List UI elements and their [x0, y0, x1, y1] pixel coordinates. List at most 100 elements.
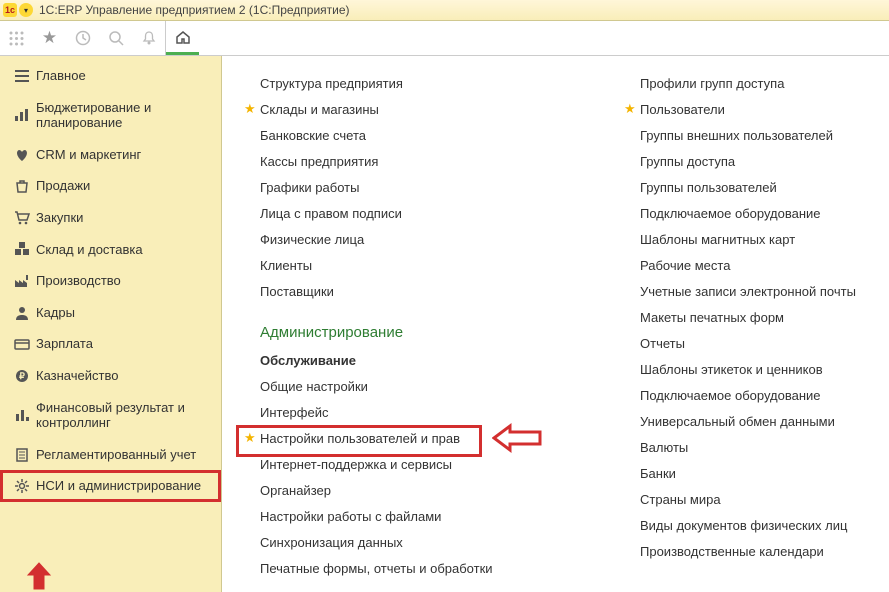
nav-link[interactable]: Структура предприятия: [260, 76, 403, 91]
home-tab[interactable]: [166, 21, 199, 55]
link-row: Лица с правом подписи: [244, 200, 624, 226]
app-icon: 1с: [3, 3, 17, 17]
sidebar-item-7[interactable]: Кадры: [0, 297, 221, 329]
history-icon[interactable]: [66, 21, 99, 55]
sidebar-item-4[interactable]: Закупки: [0, 202, 221, 234]
nav-link[interactable]: Клиенты: [260, 258, 312, 273]
apps-grid-icon[interactable]: [0, 21, 33, 55]
link-row: Клиенты: [244, 252, 624, 278]
link-row: Отчеты: [624, 330, 884, 356]
doc-icon: [14, 448, 36, 462]
nav-link[interactable]: Учетные записи электронной почты: [640, 284, 856, 299]
nav-link[interactable]: Группы пользователей: [640, 180, 777, 195]
sidebar-item-label: Бюджетирование и планирование: [36, 100, 213, 131]
nav-link[interactable]: Физические лица: [260, 232, 364, 247]
nav-link[interactable]: Синхронизация данных: [260, 535, 403, 550]
nav-link[interactable]: Склады и магазины: [260, 102, 379, 117]
nav-link[interactable]: Банки: [640, 466, 676, 481]
nav-link[interactable]: Интернет-поддержка и сервисы: [260, 457, 452, 472]
nav-link[interactable]: Графики работы: [260, 180, 359, 195]
link-row: Обслуживание: [244, 347, 624, 373]
link-row: Профили групп доступа: [624, 70, 884, 96]
nav-link[interactable]: Подключаемое оборудование: [640, 388, 821, 403]
nav-link[interactable]: Виды документов физических лиц: [640, 518, 847, 533]
sidebar-item-3[interactable]: Продажи: [0, 170, 221, 202]
star-icon[interactable]: ★: [33, 21, 66, 55]
link-row: Подключаемое оборудование: [624, 200, 884, 226]
sidebar-item-5[interactable]: Склад и доставка: [0, 234, 221, 266]
highlight-arrow-left: [492, 423, 542, 453]
link-row: Графики работы: [244, 174, 624, 200]
link-row: Интернет-поддержка и сервисы: [244, 451, 624, 477]
nav-link[interactable]: Настройки пользователей и прав: [260, 431, 460, 446]
link-row: Группы внешних пользователей: [624, 122, 884, 148]
sidebar-item-10[interactable]: Финансовый результат и контроллинг: [0, 392, 221, 439]
link-row: Валюты: [624, 434, 884, 460]
nav-link[interactable]: Валюты: [640, 440, 688, 455]
nav-link[interactable]: Группы внешних пользователей: [640, 128, 833, 143]
card-icon: [14, 337, 36, 351]
bell-icon[interactable]: [132, 21, 165, 55]
link-row: Кассы предприятия: [244, 148, 624, 174]
nav-link[interactable]: Интерфейс: [260, 405, 328, 420]
sidebar-item-9[interactable]: ₽ Казначейство: [0, 360, 221, 392]
link-row: Учетные записи электронной почты: [624, 278, 884, 304]
nav-link[interactable]: Подключаемое оборудование: [640, 206, 821, 221]
link-row: Банковские счета: [244, 122, 624, 148]
bars-icon: [14, 108, 36, 122]
sidebar-item-12[interactable]: НСИ и администрирование: [0, 470, 221, 502]
nav-link[interactable]: Рабочие места: [640, 258, 730, 273]
sidebar-item-label: Кадры: [36, 305, 213, 321]
link-row: Группы доступа: [624, 148, 884, 174]
sidebar-item-label: Закупки: [36, 210, 213, 226]
sidebar-item-label: НСИ и администрирование: [36, 478, 213, 494]
highlight-arrow-up: [24, 561, 54, 591]
sidebar-item-1[interactable]: Бюджетирование и планирование: [0, 92, 221, 139]
top-toolbar: ★: [0, 21, 889, 56]
app-menu-dropdown[interactable]: ▾: [19, 3, 33, 17]
nav-link[interactable]: Банковские счета: [260, 128, 366, 143]
nav-link[interactable]: Группы доступа: [640, 154, 735, 169]
nav-link[interactable]: Лица с правом подписи: [260, 206, 402, 221]
sidebar: Главное Бюджетирование и планирование CRM …: [0, 56, 222, 592]
link-row: Виды документов физических лиц: [624, 512, 884, 538]
sidebar-item-6[interactable]: Производство: [0, 265, 221, 297]
content-column-1: Структура предприятия★Склады и магазины Б…: [244, 70, 624, 592]
nav-link[interactable]: Производственные календари: [640, 544, 824, 559]
sidebar-item-label: Производство: [36, 273, 213, 289]
sidebar-item-11[interactable]: Регламентированный учет: [0, 439, 221, 471]
gear-icon: [14, 479, 36, 493]
link-row: ★Настройки пользователей и прав: [244, 425, 624, 451]
sidebar-item-label: Регламентированный учет: [36, 447, 213, 463]
search-icon[interactable]: [99, 21, 132, 55]
sidebar-item-label: Казначейство: [36, 368, 213, 384]
sidebar-item-8[interactable]: Зарплата: [0, 328, 221, 360]
cart-icon: [14, 211, 36, 225]
link-row: Поставщики: [244, 278, 624, 304]
nav-link[interactable]: Отчеты: [640, 336, 685, 351]
nav-link[interactable]: Универсальный обмен данными: [640, 414, 835, 429]
nav-link[interactable]: Шаблоны этикеток и ценников: [640, 362, 823, 377]
ruble-icon: ₽: [14, 369, 36, 383]
sidebar-item-label: Зарплата: [36, 336, 213, 352]
svg-text:₽: ₽: [19, 371, 25, 381]
person-icon: [14, 306, 36, 320]
nav-link[interactable]: Страны мира: [640, 492, 721, 507]
nav-link[interactable]: Макеты печатных форм: [640, 310, 784, 325]
nav-link[interactable]: Пользователи: [640, 102, 725, 117]
nav-link[interactable]: Кассы предприятия: [260, 154, 378, 169]
title-bar: 1с ▾ 1С:ERP Управление предприятием 2 (1…: [0, 0, 889, 21]
nav-link[interactable]: Органайзер: [260, 483, 331, 498]
nav-link[interactable]: Поставщики: [260, 284, 334, 299]
nav-link[interactable]: Общие настройки: [260, 379, 368, 394]
nav-link[interactable]: Настройки работы с файлами: [260, 509, 441, 524]
heart-icon: [14, 148, 36, 162]
nav-link[interactable]: Профили групп доступа: [640, 76, 784, 91]
star-icon: ★: [244, 101, 260, 117]
nav-link[interactable]: Шаблоны магнитных карт: [640, 232, 795, 247]
nav-link[interactable]: Обслуживание: [260, 353, 356, 368]
nav-link[interactable]: Печатные формы, отчеты и обработки: [260, 561, 493, 576]
sidebar-item-2[interactable]: CRM и маркетинг: [0, 139, 221, 171]
sidebar-item-0[interactable]: Главное: [0, 60, 221, 92]
link-row: Шаблоны этикеток и ценников: [624, 356, 884, 382]
